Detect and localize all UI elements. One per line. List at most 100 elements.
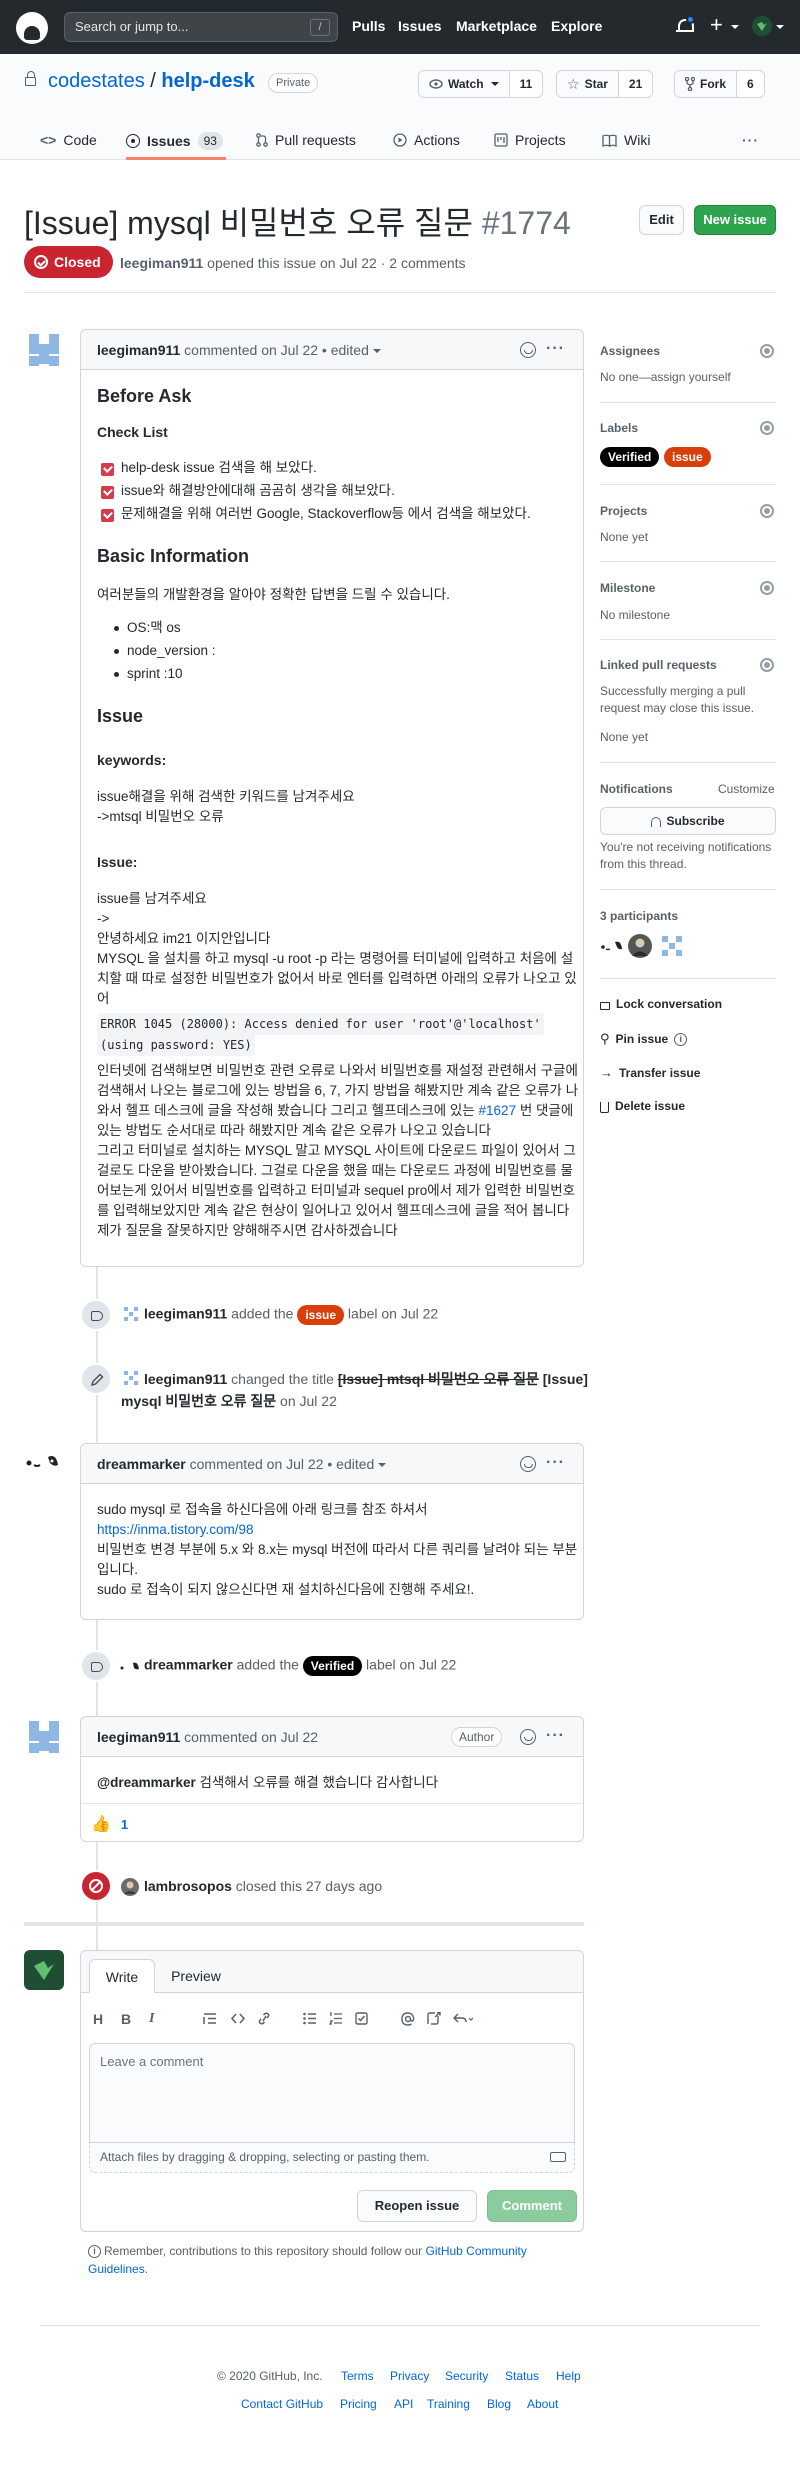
footer-link-contact[interactable]: Contact GitHub	[241, 2397, 323, 2411]
reference-link[interactable]: https://inma.tistory.com/98	[97, 1520, 254, 1540]
bulleted-list-tool-icon[interactable]	[303, 2012, 317, 2025]
new-issue-button[interactable]: New issue	[694, 205, 776, 235]
participant-avatar-lambrosopos[interactable]	[628, 934, 652, 958]
plus-icon[interactable]: +	[710, 13, 723, 37]
subscribe-button[interactable]: Subscribe	[600, 807, 776, 835]
issue-author[interactable]: leegiman911	[120, 255, 203, 271]
customize-notifications-link[interactable]: Customize	[718, 782, 775, 796]
avatar-lambrosopos[interactable]	[121, 1878, 139, 1896]
nav-issues[interactable]: Issues	[398, 18, 442, 34]
footer-link-blog[interactable]: Blog	[487, 2397, 511, 2411]
github-logo-icon[interactable]	[16, 12, 48, 44]
user-mention[interactable]: @dreammarker	[97, 1775, 196, 1790]
sidebar-projects-heading[interactable]: Projects	[600, 504, 647, 518]
heading-tool-icon[interactable]: H	[93, 2011, 103, 2027]
quote-tool-icon[interactable]	[203, 2012, 217, 2025]
nav-marketplace[interactable]: Marketplace	[456, 18, 537, 34]
markdown-icon[interactable]	[550, 2152, 566, 2162]
sidebar-labels-heading[interactable]: Labels	[600, 421, 638, 435]
milestone-gear-icon[interactable]	[760, 581, 774, 595]
task-checkbox[interactable]	[101, 509, 114, 522]
event-actor[interactable]: leegiman911	[144, 1371, 227, 1387]
participant-avatar-leegiman911[interactable]	[660, 934, 684, 958]
community-guidelines-link[interactable]: GitHub Community	[426, 2244, 527, 2258]
tab-code[interactable]: <> Code	[40, 132, 97, 148]
lock-conversation-action[interactable]: Lock conversation	[600, 997, 722, 1011]
avatar-dreammarker-small[interactable]	[119, 1659, 141, 1675]
comment-author[interactable]: leegiman911	[97, 342, 180, 358]
footer-link-terms[interactable]: Terms	[341, 2369, 374, 2383]
participant-avatar-dreammarker[interactable]	[600, 936, 624, 956]
labels-gear-icon[interactable]	[760, 421, 774, 435]
watch-count[interactable]: 11	[509, 71, 543, 97]
thumbs-up-reaction[interactable]: 👍 1	[91, 1811, 128, 1837]
comment-options-icon[interactable]: ···	[546, 1455, 565, 1471]
avatar-leegiman911[interactable]	[24, 1716, 64, 1756]
nav-explore[interactable]: Explore	[551, 18, 602, 34]
event-actor[interactable]: leegiman911	[144, 1306, 227, 1322]
comment-button[interactable]: Comment	[487, 2190, 577, 2222]
task-checkbox[interactable]	[101, 486, 114, 499]
label-verified[interactable]: Verified	[302, 1656, 363, 1676]
edited-caret-icon[interactable]	[378, 1463, 387, 1468]
avatar-leegiman911-small[interactable]	[123, 1306, 139, 1322]
sidebar-milestone-heading[interactable]: Milestone	[600, 581, 655, 595]
bold-tool-icon[interactable]: B	[121, 2011, 131, 2027]
avatar-leegiman911[interactable]	[24, 329, 64, 369]
reference-tool-icon[interactable]	[427, 2012, 441, 2025]
tab-write[interactable]: Write	[89, 1959, 155, 1993]
info-icon[interactable]: i	[674, 1032, 688, 1046]
assignees-gear-icon[interactable]	[760, 344, 774, 358]
tab-wiki[interactable]: Wiki	[602, 132, 650, 148]
add-reaction-icon[interactable]	[520, 342, 536, 358]
italic-tool-icon[interactable]: I	[149, 2011, 154, 2027]
pin-issue-action[interactable]: ⚲ Pin issue i	[600, 1031, 688, 1047]
footer-link-about[interactable]: About	[527, 2397, 558, 2411]
more-tabs-icon[interactable]: ···	[742, 132, 759, 148]
comment-options-icon[interactable]: ···	[546, 1728, 565, 1744]
edited-caret-icon[interactable]	[372, 349, 381, 354]
tab-issues[interactable]: Issues 93	[126, 132, 223, 150]
avatar-leegiman911-small[interactable]	[123, 1370, 139, 1386]
comment-options-icon[interactable]: ···	[546, 341, 565, 357]
repo-name-link[interactable]: help-desk	[161, 70, 254, 92]
add-reaction-icon[interactable]	[520, 1729, 536, 1745]
sidebar-assignees-heading[interactable]: Assignees	[600, 344, 660, 358]
assignees-value[interactable]: No one—assign yourself	[600, 370, 731, 384]
watch-button[interactable]: Watch	[419, 71, 510, 97]
link-tool-icon[interactable]	[257, 2012, 271, 2025]
footer-link-privacy[interactable]: Privacy	[390, 2369, 429, 2383]
fork-button[interactable]: Fork	[675, 71, 738, 97]
attach-files-area[interactable]: Attach files by dragging & dropping, sel…	[89, 2143, 575, 2173]
event-actor[interactable]: lambrosopos	[144, 1878, 232, 1894]
avatar-dreammarker[interactable]	[24, 1443, 64, 1483]
code-tool-icon[interactable]	[231, 2012, 245, 2025]
issue-link-1627[interactable]: #1627	[479, 1103, 517, 1118]
event-actor[interactable]: dreammarker	[144, 1657, 233, 1673]
footer-link-pricing[interactable]: Pricing	[340, 2397, 377, 2411]
linked-prs-gear-icon[interactable]	[760, 658, 774, 672]
sidebar-label-verified[interactable]: Verified	[600, 447, 660, 467]
tab-projects[interactable]: Projects	[494, 132, 566, 148]
tab-pull-requests[interactable]: Pull requests	[256, 132, 356, 148]
user-avatar[interactable]	[752, 16, 772, 36]
task-list-tool-icon[interactable]	[355, 2012, 369, 2025]
tab-actions[interactable]: Actions	[393, 132, 460, 148]
label-issue[interactable]: issue	[297, 1305, 345, 1325]
comment-author[interactable]: leegiman911	[97, 1729, 180, 1745]
star-button[interactable]: ☆ Star	[557, 71, 619, 97]
footer-link-api[interactable]: API	[394, 2397, 413, 2411]
comment-textarea[interactable]: Leave a comment	[89, 2043, 575, 2143]
add-reaction-icon[interactable]	[520, 1456, 536, 1472]
footer-link-training[interactable]: Training	[427, 2397, 470, 2411]
search-input[interactable]: Search or jump to... /	[64, 12, 338, 42]
community-guidelines-link-cont[interactable]: Guidelines	[88, 2262, 145, 2276]
projects-gear-icon[interactable]	[760, 504, 774, 518]
comment-author[interactable]: dreammarker	[97, 1456, 186, 1472]
delete-issue-action[interactable]: Delete issue	[600, 1099, 685, 1113]
tab-preview[interactable]: Preview	[161, 1959, 231, 1993]
edit-title-button[interactable]: Edit	[639, 205, 684, 235]
footer-link-help[interactable]: Help	[556, 2369, 581, 2383]
current-user-avatar[interactable]	[24, 1950, 64, 1990]
transfer-issue-action[interactable]: → Transfer issue	[600, 1065, 700, 1080]
